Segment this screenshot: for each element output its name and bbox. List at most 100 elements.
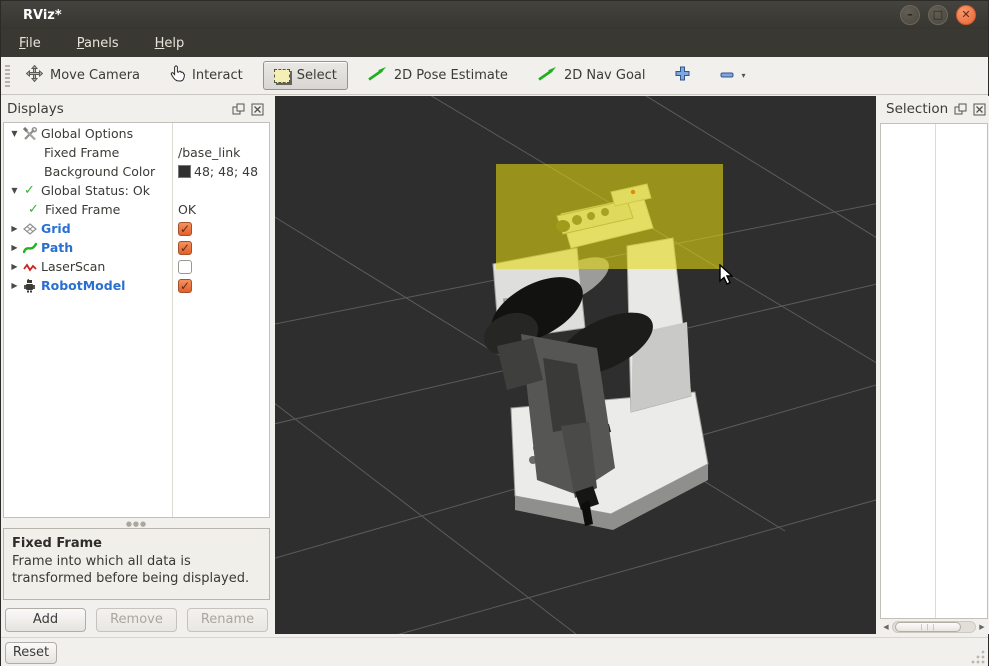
row-label: Path — [41, 240, 73, 255]
toolbar: Move Camera Interact Select 2D Pose Esti… — [1, 57, 988, 95]
resize-grip[interactable] — [971, 650, 985, 664]
pose-estimate-tool[interactable]: 2D Pose Estimate — [358, 60, 518, 91]
row-label: Background Color — [44, 164, 155, 179]
tree-row-background-color[interactable]: Background Color 48; 48; 48 — [4, 162, 269, 181]
expander-closed-icon[interactable]: ▶ — [10, 262, 19, 271]
rviz-window: { "window": { "title": "RViz*" }, "menu"… — [0, 0, 989, 666]
remove-tool-button[interactable]: ▾ — [710, 62, 755, 89]
fixed-frame-value[interactable]: /base_link — [178, 145, 240, 160]
displays-tree: ▼ Global Options Fixed Frame /base_link … — [3, 122, 270, 518]
help-text: Frame into which all data is transformed… — [12, 553, 261, 588]
selection-rubber-band — [496, 164, 723, 269]
move-camera-label: Move Camera — [50, 68, 140, 83]
color-swatch — [178, 165, 191, 178]
path-display-icon — [22, 240, 37, 255]
minimize-button[interactable]: – — [900, 5, 920, 25]
move-camera-icon — [26, 65, 43, 86]
interact-hand-icon — [170, 65, 185, 86]
expander-closed-icon[interactable]: ▶ — [10, 243, 19, 252]
remove-button: Remove — [96, 608, 177, 632]
tree-row-global-status[interactable]: ▼ ✓ Global Status: Ok — [4, 181, 269, 200]
toolbar-drag-handle[interactable] — [5, 65, 10, 87]
select-label: Select — [297, 68, 337, 83]
laserscan-checkbox[interactable] — [178, 260, 192, 274]
menu-help[interactable]: Help — [151, 34, 189, 53]
displays-panel-title: Displays — [7, 101, 226, 117]
window-controls: – □ ✕ — [900, 5, 976, 25]
row-label: LaserScan — [41, 259, 105, 274]
move-camera-tool[interactable]: Move Camera — [16, 59, 150, 92]
selection-hscrollbar: ◀ | | | ▶ — [880, 620, 988, 633]
row-label: RobotModel — [41, 278, 125, 293]
select-rect-icon — [274, 69, 290, 83]
scrollbar-track[interactable]: | | | — [892, 621, 976, 633]
scrollbar-thumb[interactable]: | | | — [895, 622, 961, 632]
selection-list[interactable] — [880, 123, 988, 619]
interact-tool[interactable]: Interact — [160, 59, 253, 92]
scroll-left-arrow-icon[interactable]: ◀ — [880, 621, 892, 633]
close-panel-icon[interactable] — [251, 103, 264, 116]
background-color-value: 48; 48; 48 — [194, 164, 258, 179]
grid-display-icon — [22, 221, 37, 236]
green-arrow-icon — [368, 66, 387, 85]
panel-splitter-handle[interactable]: ●●● — [3, 520, 270, 528]
status-ok-check-icon: ✓ — [26, 202, 41, 217]
expander-closed-icon[interactable]: ▶ — [10, 281, 19, 290]
minus-icon — [720, 68, 734, 83]
row-label: Global Status: Ok — [41, 183, 150, 198]
nav-goal-tool[interactable]: 2D Nav Goal — [528, 60, 656, 91]
row-label: Fixed Frame — [45, 202, 120, 217]
laserscan-display-icon — [22, 259, 37, 274]
grid-checkbox[interactable] — [178, 222, 192, 236]
tree-row-laserscan[interactable]: ▶ LaserScan — [4, 257, 269, 276]
row-label: Grid — [41, 221, 71, 236]
close-panel-icon[interactable] — [973, 103, 986, 116]
add-button[interactable]: Add — [5, 608, 86, 632]
selection-panel-title: Selection — [886, 101, 948, 117]
undock-panel-icon[interactable] — [232, 103, 245, 116]
fixed-frame-status-value: OK — [178, 202, 196, 217]
pose-estimate-label: 2D Pose Estimate — [394, 68, 508, 83]
menubar: File Panels Help — [1, 29, 988, 57]
tree-row-fixed-frame-status[interactable]: ✓ Fixed Frame OK — [4, 200, 269, 219]
interact-label: Interact — [192, 68, 243, 83]
selection-column-divider — [935, 124, 936, 618]
expander-open-icon[interactable]: ▼ — [10, 129, 19, 138]
scroll-right-arrow-icon[interactable]: ▶ — [976, 621, 988, 633]
menu-file[interactable]: File — [15, 34, 45, 53]
expander-closed-icon[interactable]: ▶ — [10, 224, 19, 233]
path-checkbox[interactable] — [178, 241, 192, 255]
tools-icon — [22, 126, 37, 141]
nav-goal-label: 2D Nav Goal — [564, 68, 646, 83]
expander-open-icon[interactable]: ▼ — [10, 186, 19, 195]
tree-row-path[interactable]: ▶ Path — [4, 238, 269, 257]
robotmodel-checkbox[interactable] — [178, 279, 192, 293]
tree-row-robotmodel[interactable]: ▶ RobotModel — [4, 276, 269, 295]
property-help-box: Fixed Frame Frame into which all data is… — [3, 528, 270, 600]
plus-icon — [675, 66, 690, 85]
green-arrow-icon — [538, 66, 557, 85]
row-label: Fixed Frame — [44, 145, 119, 160]
menu-panels[interactable]: Panels — [73, 34, 123, 53]
statusbar: Reset — [1, 637, 988, 666]
add-tool-button[interactable] — [665, 60, 700, 91]
chevron-down-icon: ▾ — [741, 71, 745, 80]
status-ok-check-icon: ✓ — [22, 183, 37, 198]
maximize-button[interactable]: □ — [928, 5, 948, 25]
close-button[interactable]: ✕ — [956, 5, 976, 25]
rename-button: Rename — [187, 608, 268, 632]
window-title: RViz* — [23, 8, 62, 23]
robot-model-icon — [22, 278, 37, 293]
row-label: Global Options — [41, 126, 133, 141]
tree-row-global-options[interactable]: ▼ Global Options — [4, 124, 269, 143]
select-tool[interactable]: Select — [263, 61, 348, 90]
help-title: Fixed Frame — [12, 535, 261, 553]
tree-row-grid[interactable]: ▶ Grid — [4, 219, 269, 238]
displays-buttons: Add Remove Rename — [1, 606, 272, 634]
selection-panel: Selection ◀ | | | ▶ — [878, 96, 989, 634]
reset-button[interactable]: Reset — [5, 642, 57, 664]
undock-panel-icon[interactable] — [954, 103, 967, 116]
3d-viewport[interactable]: PR2 — [275, 96, 876, 634]
displays-panel: Displays ▼ — [1, 96, 272, 634]
tree-row-fixed-frame[interactable]: Fixed Frame /base_link — [4, 143, 269, 162]
